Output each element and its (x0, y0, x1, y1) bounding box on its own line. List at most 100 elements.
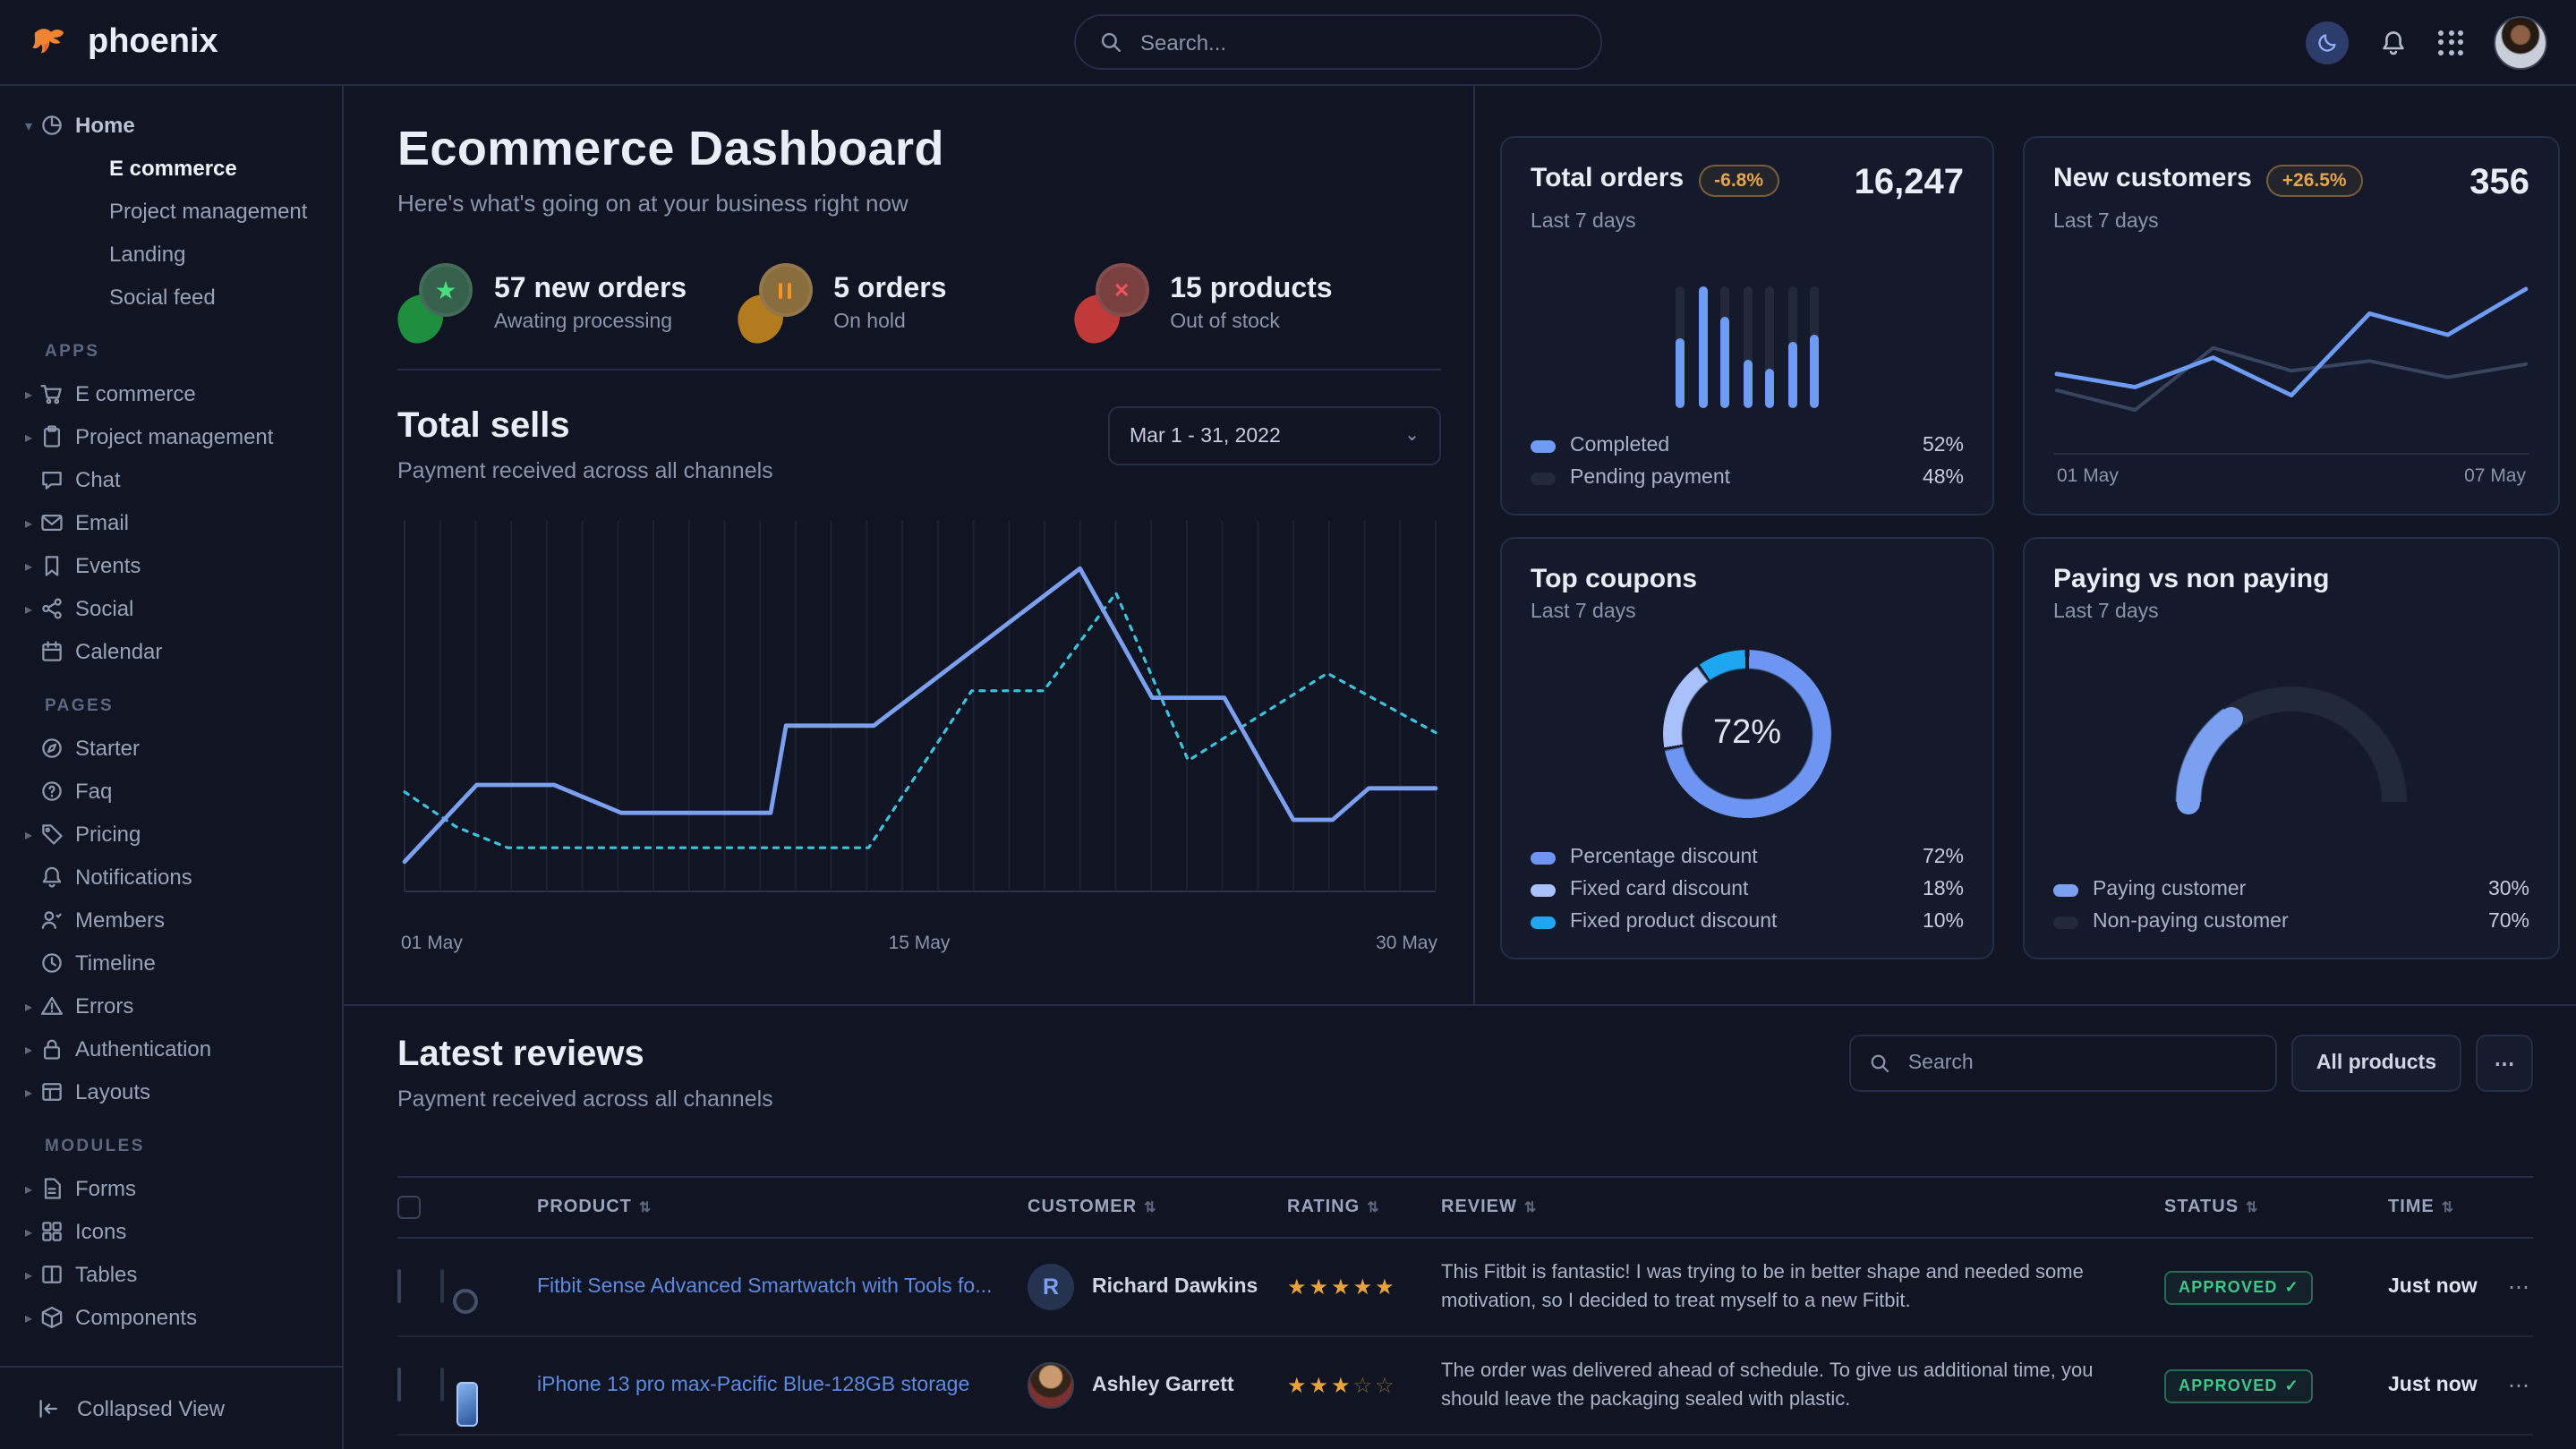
card-value: 356 (2469, 163, 2529, 204)
rating-stars: ★★★★★ (1287, 1274, 1441, 1300)
clipboard-icon (39, 424, 75, 449)
column-header-product[interactable]: PRODUCT⇅ (537, 1198, 1028, 1217)
date-range-select[interactable]: Mar 1 - 31, 2022 ⌄ (1108, 406, 1441, 465)
star-filled-icon: ★ (1287, 1373, 1309, 1398)
all-products-filter-button[interactable]: All products (2291, 1035, 2461, 1092)
apps-menu-button[interactable] (2438, 30, 2463, 55)
sidebar-item-email[interactable]: ▸Email (0, 501, 342, 544)
legend-swatch (2053, 916, 2078, 928)
search-input[interactable] (1137, 28, 1577, 56)
sidebar-item-layouts[interactable]: ▸Layouts (0, 1070, 342, 1113)
change-badge: -6.8% (1698, 165, 1779, 197)
collapsed-view-toggle[interactable]: Collapsed View (0, 1366, 342, 1449)
bell-icon (39, 865, 75, 890)
sidebar-item-starter[interactable]: Starter (0, 727, 342, 770)
moon-icon (2316, 30, 2339, 54)
sidebar-item-tables[interactable]: ▸Tables (0, 1253, 342, 1296)
bar-fill (1720, 317, 1729, 408)
phoenix-logo[interactable]: phoenix (29, 20, 329, 64)
column-header-review[interactable]: REVIEW⇅ (1441, 1198, 2164, 1217)
sidebar-item-errors[interactable]: ▸Errors (0, 984, 342, 1027)
sidebar-nav: ▾HomeE commerceProject managementLanding… (0, 86, 344, 1449)
column-header-status[interactable]: STATUS⇅ (2164, 1198, 2388, 1217)
star-filled-icon: ★ (1331, 1373, 1353, 1398)
star-filled-icon: ★ (1309, 1373, 1332, 1398)
sidebar-item-pricing[interactable]: ▸Pricing (0, 813, 342, 856)
select-all-checkbox[interactable] (397, 1196, 421, 1219)
sidebar-item-faq[interactable]: Faq (0, 770, 342, 813)
stat-label: Out of stock (1170, 311, 1332, 332)
star-filled-icon: ★ (1287, 1274, 1309, 1300)
card-subtitle: Last 7 days (1531, 601, 1964, 623)
dark-mode-toggle[interactable] (2306, 21, 2349, 64)
row-actions-button[interactable]: ⋯ (2492, 1274, 2533, 1300)
column-header-rating[interactable]: RATING⇅ (1287, 1198, 1441, 1217)
reviews-subtitle: Payment received across all channels (397, 1087, 773, 1112)
x-tick: 07 May (2464, 465, 2526, 487)
legend-value: 18% (1923, 879, 1964, 900)
legend-value: 70% (2488, 911, 2529, 933)
pause-stat-icon (737, 263, 815, 342)
legend-item-percentage-discount: Percentage discount72% (1531, 841, 1964, 874)
customer-cell: RRichard Dawkins (1028, 1264, 1287, 1310)
sidebar-item-forms[interactable]: ▸Forms (0, 1167, 342, 1210)
table-row: iPhone 13 pro max-Pacific Blue-128GB sto… (397, 1337, 2533, 1436)
product-link[interactable]: iPhone 13 pro max-Pacific Blue-128GB sto… (537, 1375, 1028, 1396)
product-link[interactable]: Fitbit Sense Advanced Smartwatch with To… (537, 1276, 1028, 1298)
review-text: This Fitbit is fantastic! I was trying t… (1441, 1257, 2164, 1317)
stat-value: 57 new orders (494, 273, 687, 305)
legend-item-fixed-product-discount: Fixed product discount10% (1531, 906, 1964, 938)
caret-right-icon: ▸ (18, 1309, 39, 1325)
row-checkbox[interactable] (397, 1368, 401, 1402)
page-title: Ecommerce Dashboard (397, 122, 1441, 177)
sidebar-item-project-management[interactable]: ▸Project management (0, 415, 342, 458)
latest-reviews-section: Latest reviews Payment received across a… (344, 1004, 2576, 1449)
sidebar-item-chat[interactable]: Chat (0, 458, 342, 501)
sidebar-item-authentication[interactable]: ▸Authentication (0, 1027, 342, 1070)
caret-right-icon: ▸ (18, 429, 39, 445)
sidebar-item-components[interactable]: ▸Components (0, 1296, 342, 1339)
sidebar-item-notifications[interactable]: Notifications (0, 856, 342, 899)
notifications-button[interactable] (2379, 28, 2408, 56)
reviews-search[interactable] (1849, 1035, 2277, 1092)
sidebar-item-members[interactable]: Members (0, 899, 342, 942)
status-cell: APPROVED ✓ (2164, 1270, 2388, 1305)
row-checkbox[interactable] (397, 1269, 401, 1303)
sidebar-item-calendar[interactable]: Calendar (0, 630, 342, 673)
sidebar-item-events[interactable]: ▸Events (0, 544, 342, 587)
thumb-cell (440, 1369, 537, 1402)
sidebar-item-timeline[interactable]: Timeline (0, 942, 342, 984)
product-thumbnail[interactable] (440, 1269, 444, 1303)
product-thumbnail[interactable] (440, 1368, 444, 1402)
column-header-time[interactable]: TIME⇅ (2388, 1198, 2492, 1217)
sidebar-item-e-commerce[interactable]: E commerce (0, 147, 342, 190)
stat-label: On hold (833, 311, 946, 332)
sidebar-item-e-commerce[interactable]: ▸ E commerce (0, 372, 342, 415)
new-customers-chart (2053, 258, 2529, 453)
sidebar-item-social-feed[interactable]: Social feed (0, 276, 342, 319)
caret-right-icon: ▸ (18, 1266, 39, 1283)
card-subtitle: Last 7 days (1531, 211, 1964, 233)
sidebar-item-icons[interactable]: ▸Icons (0, 1210, 342, 1253)
sidebar-item-home[interactable]: ▾Home (0, 104, 342, 147)
global-search[interactable] (1074, 14, 1602, 70)
row-actions-button[interactable]: ⋯ (2492, 1373, 2533, 1398)
reviews-search-input[interactable] (1905, 1051, 2257, 1076)
total-sells-chart (397, 507, 1441, 920)
legend-item-completed: Completed52% (1531, 430, 1964, 462)
reviews-more-button[interactable]: ⋯ (2476, 1035, 2533, 1092)
sidebar-item-label: Icons (75, 1219, 126, 1244)
rating-stars: ★★★☆☆ (1287, 1373, 1441, 1398)
coupons-legend: Percentage discount72%Fixed card discoun… (1531, 841, 1964, 938)
caret-right-icon: ▸ (18, 386, 39, 402)
sidebar-item-label: E commerce (75, 381, 196, 406)
legend-swatch (2053, 883, 2078, 896)
sidebar-item-project-management[interactable]: Project management (0, 190, 342, 233)
legend-value: 52% (1923, 435, 1964, 456)
profile-avatar[interactable] (2494, 15, 2547, 69)
nav-section-label-modules: MODULES (0, 1113, 342, 1167)
sidebar-item-social[interactable]: ▸Social (0, 587, 342, 630)
sidebar-item-landing[interactable]: Landing (0, 233, 342, 276)
column-header-customer[interactable]: CUSTOMER⇅ (1028, 1198, 1287, 1217)
legend-swatch (1531, 916, 1556, 928)
